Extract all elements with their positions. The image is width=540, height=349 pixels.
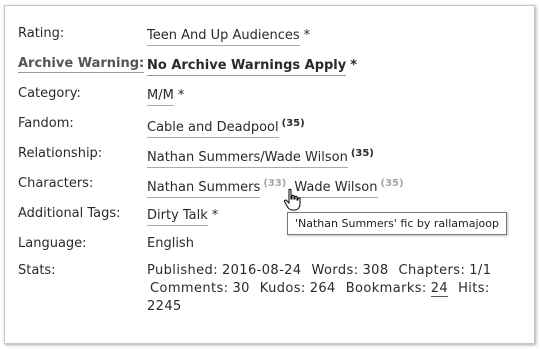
language-value: English — [147, 236, 194, 251]
stats-label: Stats: — [18, 263, 56, 278]
stat-comments-label: Comments: — [150, 281, 229, 296]
characters-label: Characters: — [18, 176, 94, 191]
character-tag-link[interactable]: Wade Wilson — [294, 180, 378, 198]
archive-warning-label[interactable]: Archive Warning: — [18, 56, 145, 73]
stats-block: Published: 2016-08-24 Words: 308 Chapters: 1/… — [147, 262, 529, 316]
stat-kudos-value: 264 — [309, 281, 336, 296]
stat-comments-value: 30 — [232, 281, 250, 296]
character-count[interactable]: (35) — [381, 178, 404, 189]
stat-words-value: 308 — [362, 263, 389, 278]
category-value: M/M * — [147, 88, 185, 106]
relationship-tag-link[interactable]: Nathan Summers/Wade Wilson — [147, 150, 348, 168]
stat-published-value: 2016-08-24 — [221, 263, 302, 278]
additional-tag-star[interactable]: * — [212, 208, 219, 223]
rating-value: Teen And Up Audiences * — [147, 28, 311, 46]
archive-warning-star[interactable]: * — [350, 58, 357, 73]
hand-pointer-icon — [283, 188, 301, 211]
rating-star[interactable]: * — [304, 28, 311, 43]
stat-chapters-value: 1/1 — [469, 263, 492, 278]
characters-value: Nathan Summers (33) Wade Wilson (35) — [147, 178, 404, 198]
additional-tags-label: Additional Tags: — [18, 206, 121, 221]
stat-bookmarks-link[interactable]: 24 — [430, 281, 449, 297]
rating-tag-link[interactable]: Teen And Up Audiences — [147, 28, 300, 46]
stat-bookmarks-label: Bookmarks: — [345, 281, 427, 296]
stat-published-label: Published: — [147, 263, 218, 278]
stat-kudos-label: Kudos: — [259, 281, 306, 296]
stat-hits-label: Hits: — [458, 281, 490, 296]
fandom-value: Cable and Deadpool (35) — [147, 118, 305, 138]
character-tooltip: 'Nathan Summers' fic by rallamajoop — [287, 212, 507, 235]
relationship-value: Nathan Summers/Wade Wilson (35) — [147, 148, 374, 168]
stat-chapters-label: Chapters: — [398, 263, 466, 278]
category-tag-link[interactable]: M/M — [147, 88, 174, 106]
fandom-label: Fandom: — [18, 116, 74, 131]
fandom-count[interactable]: (35) — [282, 118, 305, 129]
category-star[interactable]: * — [178, 88, 185, 103]
relationship-label: Relationship: — [18, 146, 103, 161]
language-label: Language: — [18, 236, 87, 251]
character-tag-link[interactable]: Nathan Summers — [147, 180, 261, 198]
archive-warning-value: No Archive Warnings Apply * — [147, 58, 357, 76]
relationship-count[interactable]: (35) — [351, 148, 374, 159]
stat-words-label: Words: — [311, 263, 359, 278]
archive-warning-tag-link[interactable]: No Archive Warnings Apply — [147, 58, 347, 76]
rating-label: Rating: — [18, 26, 65, 41]
stat-hits-value: 2245 — [147, 299, 182, 314]
fandom-tag-link[interactable]: Cable and Deadpool — [147, 120, 279, 138]
additional-tags-value: Dirty Talk * — [147, 208, 219, 226]
category-label: Category: — [18, 86, 81, 101]
work-meta-panel: Rating: Teen And Up Audiences * Archive W… — [4, 5, 535, 344]
additional-tag-link[interactable]: Dirty Talk — [147, 208, 208, 226]
